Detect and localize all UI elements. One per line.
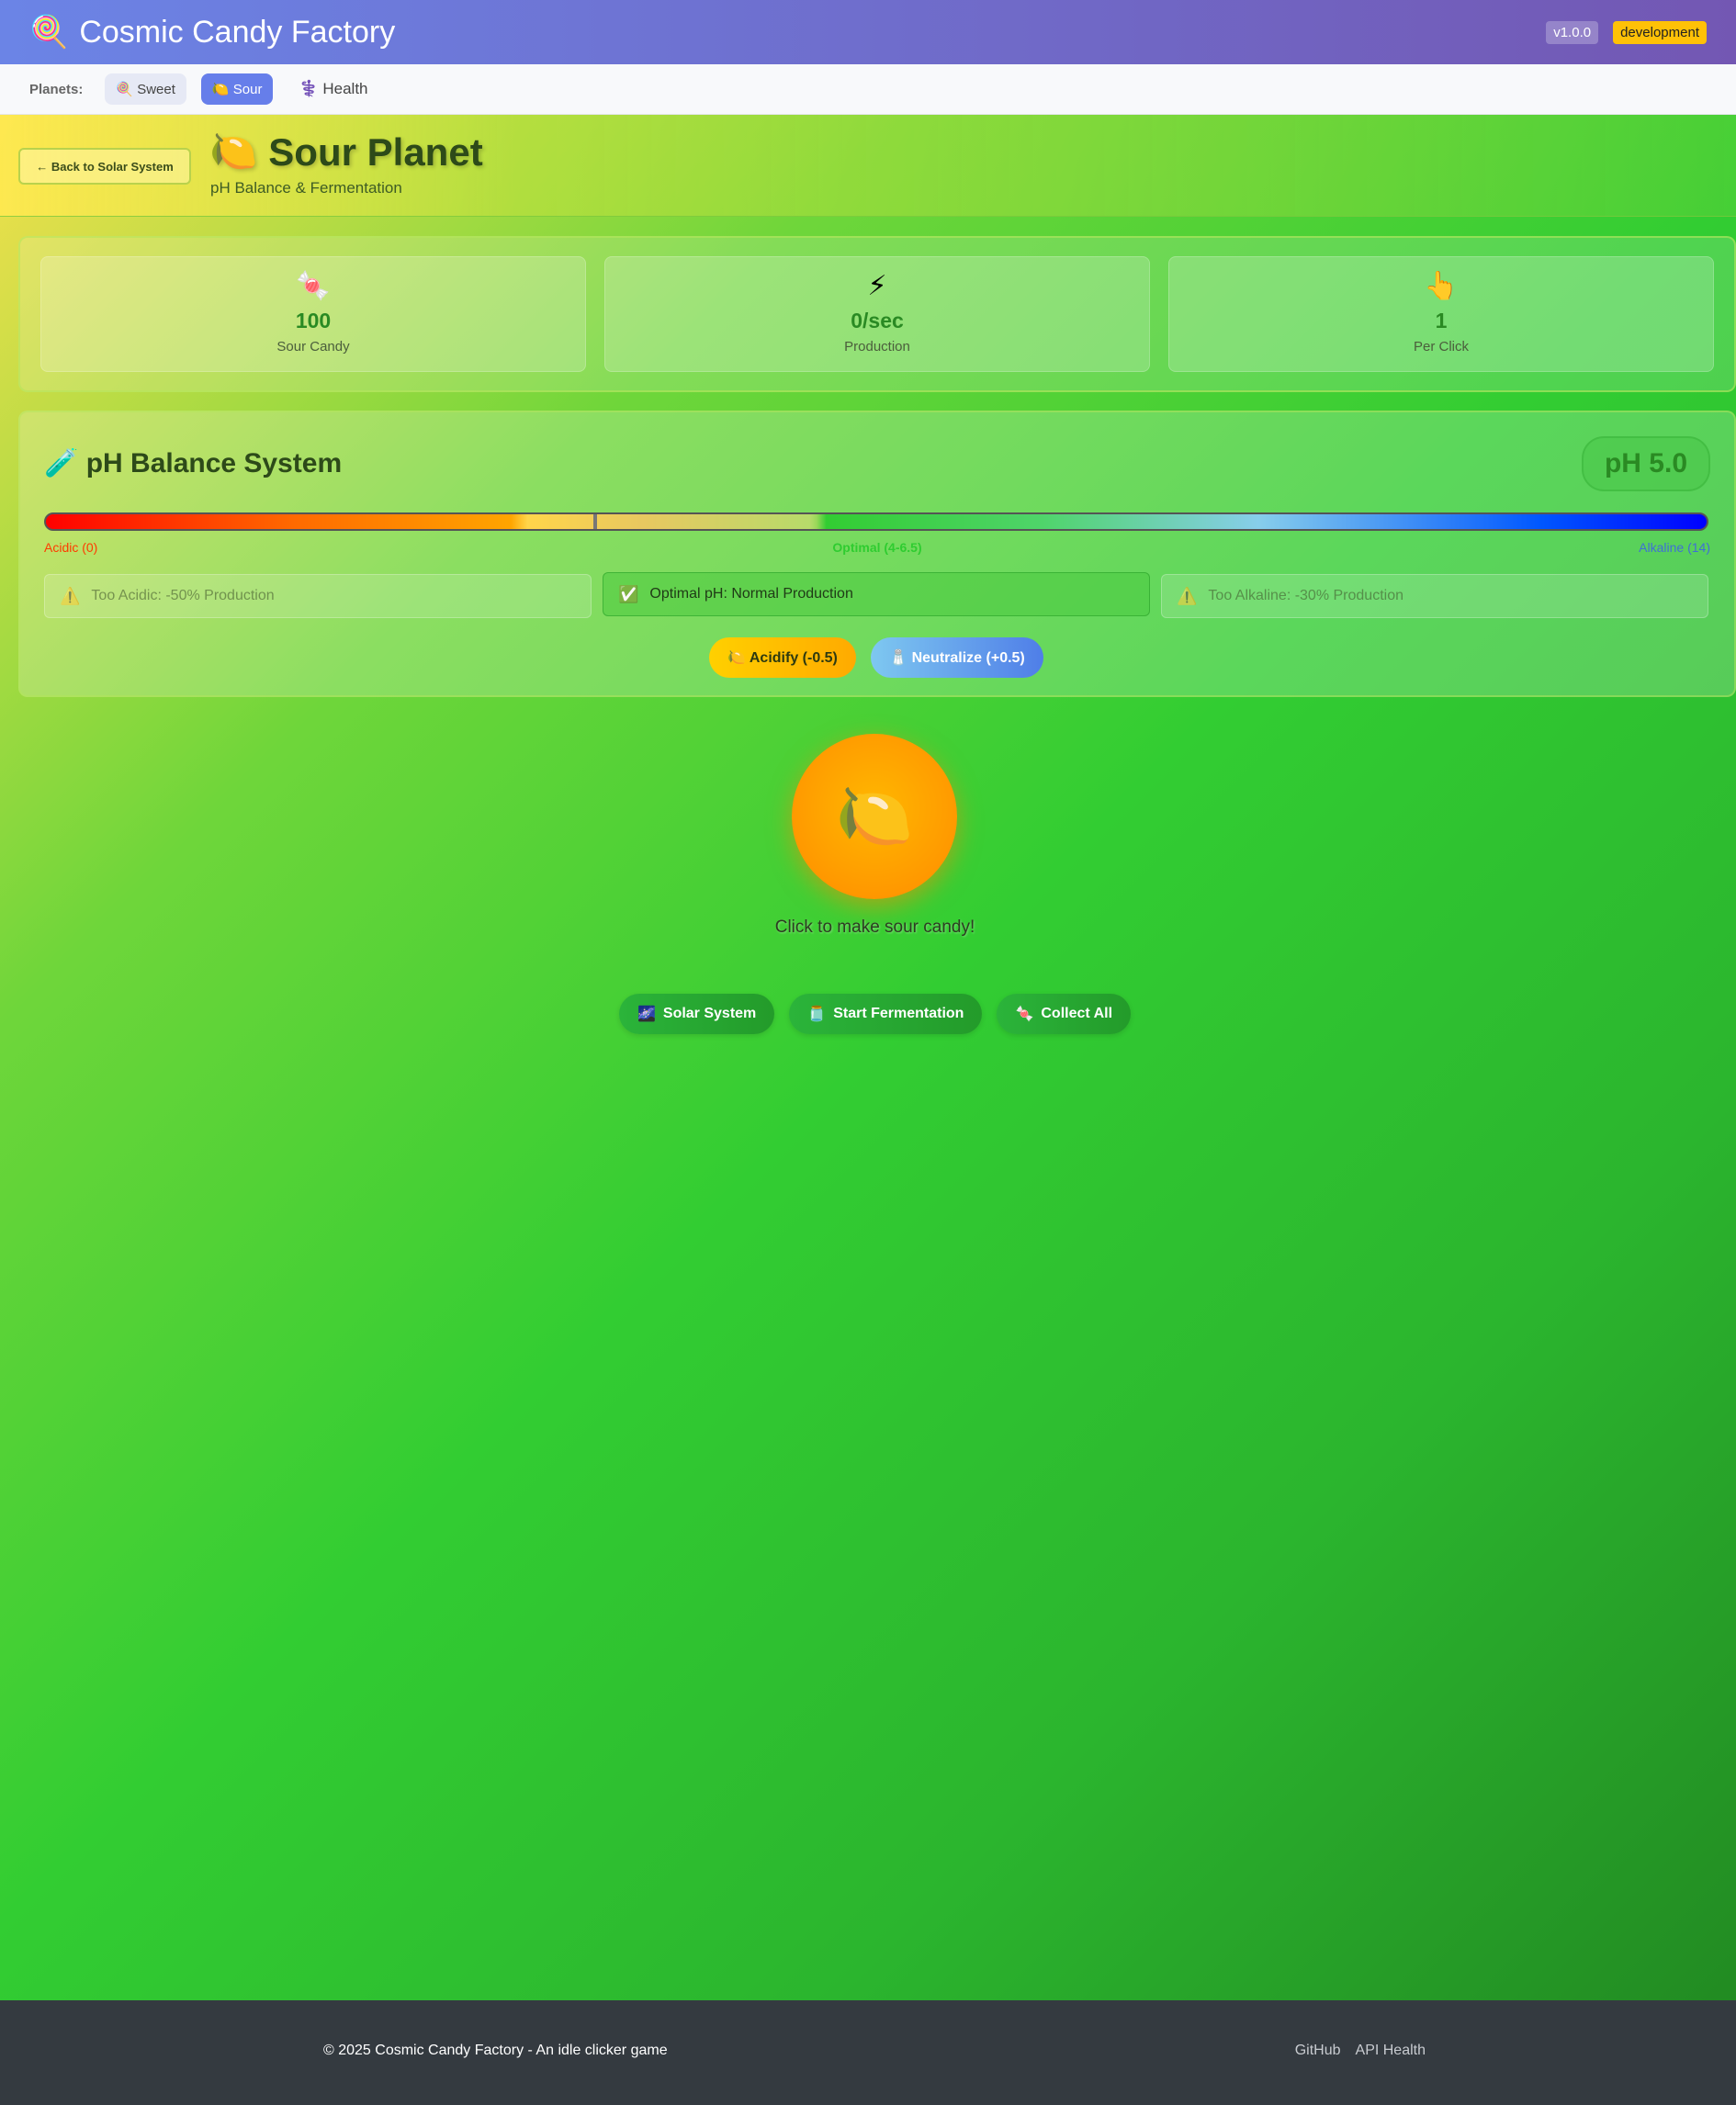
- planet-header: ← Back to Solar System 🍋 Sour Planet pH …: [0, 115, 1736, 217]
- planet-tab-sour[interactable]: 🍋 Sour: [200, 73, 274, 105]
- planet-tab-label: Health: [322, 80, 368, 97]
- back-to-solar-system-button[interactable]: ← Back to Solar System: [18, 148, 191, 185]
- footer: © 2025 Cosmic Candy Factory - An idle cl…: [0, 2000, 1736, 2105]
- effect-too-alkaline: ⚠️ Too Alkaline: -30% Production: [1161, 574, 1708, 618]
- start-fermentation-button[interactable]: 🫙 Start Fermentation: [789, 994, 983, 1034]
- lollipop-icon: 🍭: [116, 82, 134, 97]
- pointing-hand-icon: 👆: [1424, 271, 1459, 301]
- stat-label: Production: [844, 339, 910, 355]
- stat-label: Sour Candy: [276, 339, 350, 355]
- effect-too-acidic: ⚠️ Too Acidic: -50% Production: [44, 574, 592, 618]
- action-label: Collect All: [1041, 1006, 1113, 1021]
- app-title-text: Cosmic Candy Factory: [79, 14, 396, 50]
- ph-alkaline-label: Alkaline (14): [1639, 540, 1710, 555]
- planet-nav-label: Planets:: [29, 81, 84, 97]
- ph-optimal-label: Optimal (4-6.5): [832, 540, 922, 555]
- ph-title-text: pH Balance System: [85, 448, 343, 478]
- action-label: Solar System: [662, 1006, 757, 1021]
- planet-subtitle: pH Balance & Fermentation: [210, 179, 402, 197]
- candy-icon: 🍬: [1015, 1007, 1034, 1022]
- lemon-icon: 🍋: [835, 782, 914, 851]
- lemon-icon: 🍋: [211, 82, 230, 97]
- solar-system-button[interactable]: 🌌 Solar System: [618, 994, 775, 1034]
- acidify-button[interactable]: 🍋 Acidify (-0.5): [709, 637, 856, 678]
- github-link[interactable]: GitHub: [1295, 2043, 1341, 2059]
- planet-title-text: Sour Planet: [268, 129, 483, 174]
- version-badge: v1.0.0: [1546, 20, 1599, 44]
- action-label: Start Fermentation: [833, 1006, 964, 1021]
- effect-text: Optimal pH: Normal Production: [649, 586, 853, 602]
- warning-icon: ⚠️: [1177, 586, 1198, 605]
- planet-nav: Planets: 🍭 Sweet 🍋 Sour ⚕️ Health: [0, 64, 1736, 115]
- jar-icon: 🫙: [807, 1007, 827, 1022]
- ph-title: 🧪 pH Balance System: [44, 447, 342, 479]
- stat-card-candy: 🍬 100 Sour Candy: [40, 256, 586, 372]
- ph-value-badge: pH 5.0: [1582, 436, 1710, 491]
- neutralize-button[interactable]: 🧂 Neutralize (+0.5): [871, 637, 1043, 678]
- api-health-link[interactable]: API Health: [1356, 2043, 1426, 2059]
- stat-card-per-click: 👆 1 Per Click: [1168, 256, 1714, 372]
- app-title[interactable]: 🍭 Cosmic Candy Factory: [29, 14, 395, 51]
- stat-label: Per Click: [1413, 339, 1469, 355]
- collect-all-button[interactable]: 🍬 Collect All: [997, 994, 1132, 1034]
- planet-tab-health[interactable]: ⚕️ Health: [287, 73, 378, 106]
- stats-panel: 🍬 100 Sour Candy ⚡ 0/sec Production 👆 1 …: [18, 236, 1736, 392]
- planet-main: ← Back to Solar System 🍋 Sour Planet pH …: [0, 115, 1736, 2000]
- check-icon: ✅: [618, 584, 639, 603]
- ph-balance-panel: 🧪 pH Balance System pH 5.0 Acidic (0) Op…: [18, 411, 1736, 697]
- lollipop-icon: 🍭: [29, 15, 69, 50]
- effect-optimal: ✅ Optimal pH: Normal Production: [603, 572, 1150, 616]
- clicker-hint: Click to make sour candy!: [774, 917, 975, 937]
- planet-tab-label: Sweet: [137, 82, 175, 97]
- caduceus-icon: ⚕️: [299, 80, 319, 97]
- environment-badge: development: [1613, 20, 1707, 44]
- action-row: 🌌 Solar System 🫙 Start Fermentation 🍬 Co…: [0, 994, 1736, 1034]
- planet-tab-label: Sour: [232, 82, 263, 97]
- stat-card-production: ⚡ 0/sec Production: [604, 256, 1150, 372]
- warning-icon: ⚠️: [60, 586, 81, 605]
- app-header: 🍭 Cosmic Candy Factory v1.0.0 developmen…: [0, 0, 1736, 64]
- planet-title: 🍋 Sour Planet: [209, 129, 483, 174]
- candy-icon: 🍬: [296, 271, 331, 301]
- copyright-text: © 2025 Cosmic Candy Factory - An idle cl…: [323, 2043, 668, 2058]
- test-tube-icon: 🧪: [44, 448, 79, 478]
- lightning-icon: ⚡: [867, 271, 887, 301]
- effect-text: Too Acidic: -50% Production: [91, 588, 275, 603]
- galaxy-icon: 🌌: [637, 1007, 656, 1022]
- stat-value: 100: [295, 309, 332, 332]
- stat-value: 1: [1435, 309, 1448, 332]
- stat-value: 0/sec: [851, 309, 904, 332]
- ph-scale-bar: [44, 512, 1708, 531]
- planet-tab-sweet[interactable]: 🍭 Sweet: [105, 73, 186, 105]
- lemon-icon: 🍋: [209, 129, 258, 173]
- effect-text: Too Alkaline: -30% Production: [1208, 588, 1403, 603]
- ph-marker: [592, 514, 597, 529]
- candy-clicker-button[interactable]: 🍋: [792, 734, 957, 899]
